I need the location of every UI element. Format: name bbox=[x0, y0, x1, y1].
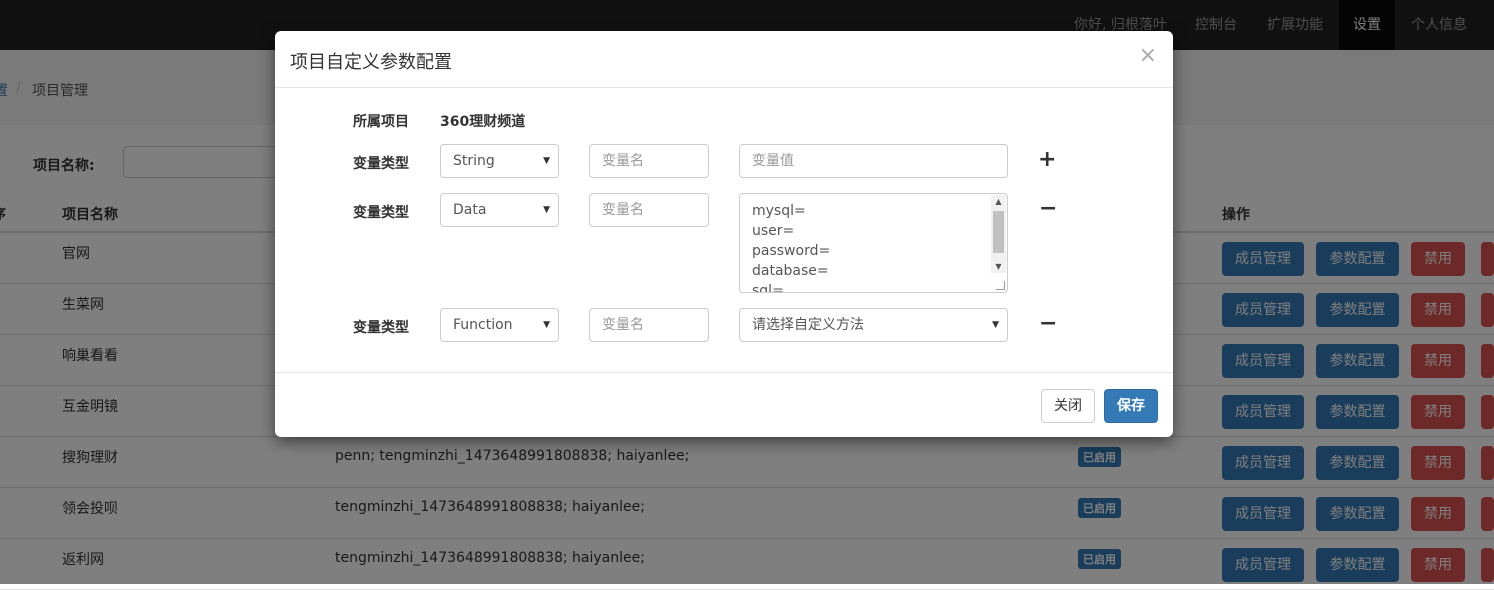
remove-row-icon[interactable]: − bbox=[1039, 313, 1057, 335]
var-type-value: Data bbox=[453, 202, 487, 218]
var-value-textarea[interactable]: mysql= user= password= database= sql= ▲ … bbox=[739, 193, 1008, 293]
var-type-label: 变量类型 bbox=[353, 156, 409, 172]
textarea-line: database= bbox=[752, 263, 829, 279]
scroll-down-icon[interactable]: ▼ bbox=[991, 262, 1006, 271]
var-type-value: Function bbox=[453, 317, 513, 333]
caret-down-icon: ▼ bbox=[543, 320, 550, 330]
var-type-value: String bbox=[453, 153, 495, 169]
var-name-input[interactable]: 变量名 bbox=[589, 308, 709, 342]
project-value: 360理财频道 bbox=[440, 114, 526, 130]
textarea-line: user= bbox=[752, 223, 795, 239]
close-icon[interactable]: × bbox=[1139, 44, 1157, 68]
modal-title: 项目自定义参数配置 bbox=[290, 52, 452, 73]
var-name-input[interactable]: 变量名 bbox=[589, 144, 709, 178]
caret-down-icon: ▼ bbox=[543, 205, 550, 215]
close-button[interactable]: 关闭 bbox=[1041, 389, 1095, 423]
modal-header: 项目自定义参数配置 × bbox=[275, 31, 1173, 88]
var-type-label: 变量类型 bbox=[353, 205, 409, 221]
scroll-up-icon[interactable]: ▲ bbox=[991, 197, 1006, 206]
add-row-icon[interactable]: + bbox=[1038, 149, 1056, 171]
var-type-select[interactable]: Function ▼ bbox=[440, 308, 559, 342]
resize-grip-icon[interactable] bbox=[996, 281, 1005, 290]
method-select-value: 请选择自定义方法 bbox=[752, 317, 864, 333]
var-type-select[interactable]: String ▼ bbox=[440, 144, 559, 178]
var-value-input[interactable]: 变量值 bbox=[739, 144, 1008, 178]
textarea-line: mysql= bbox=[752, 203, 806, 219]
remove-row-icon[interactable]: − bbox=[1039, 198, 1057, 220]
textarea-content: mysql= user= password= database= sql= bbox=[752, 201, 831, 293]
caret-down-icon: ▼ bbox=[543, 156, 550, 166]
method-select[interactable]: 请选择自定义方法 ▼ bbox=[739, 308, 1008, 342]
textarea-scrollbar[interactable]: ▲ ▼ bbox=[991, 195, 1006, 273]
param-config-modal: 项目自定义参数配置 × 所属项目 360理财频道 变量类型 String ▼ 变… bbox=[275, 31, 1173, 437]
var-name-input[interactable]: 变量名 bbox=[589, 193, 709, 227]
textarea-line: sql= bbox=[752, 283, 784, 293]
textarea-line: password= bbox=[752, 243, 831, 259]
project-label: 所属项目 bbox=[353, 114, 409, 130]
save-button[interactable]: 保存 bbox=[1104, 389, 1158, 423]
modal-footer: 关闭 保存 bbox=[275, 372, 1173, 438]
var-type-select[interactable]: Data ▼ bbox=[440, 193, 559, 227]
scrollbar-thumb[interactable] bbox=[993, 211, 1004, 253]
caret-down-icon: ▼ bbox=[992, 320, 999, 330]
var-type-label: 变量类型 bbox=[353, 320, 409, 336]
